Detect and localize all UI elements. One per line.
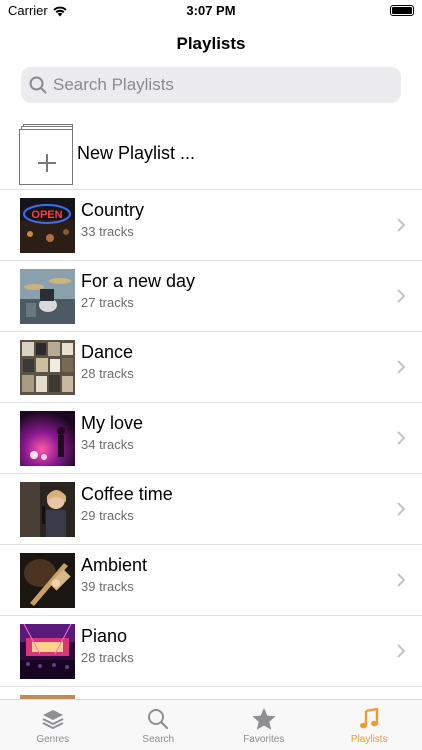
battery-icon bbox=[390, 5, 414, 16]
playlist-track-count: 27 tracks bbox=[81, 295, 134, 310]
playlist-artwork bbox=[20, 411, 75, 466]
playlist-row[interactable]: Coffee time 29 tracks bbox=[0, 474, 422, 545]
tab-bar: Genres Search Favorites Playlists bbox=[0, 699, 422, 750]
chevron-right-icon bbox=[397, 289, 405, 303]
search-input[interactable] bbox=[53, 75, 373, 95]
playlist-row[interactable]: Piano 28 tracks bbox=[0, 616, 422, 687]
page-title: Playlists bbox=[176, 34, 246, 53]
playlist-title: For a new day bbox=[81, 271, 196, 291]
chevron-right-icon bbox=[397, 431, 405, 445]
star-icon bbox=[252, 708, 276, 730]
playlist-list: OPEN Country 33 tracks For a new day 27 … bbox=[0, 190, 422, 750]
tab-label: Playlists bbox=[350, 734, 388, 745]
playlist-artwork bbox=[20, 624, 75, 679]
playlist-artwork bbox=[20, 340, 75, 395]
playlist-track-count: 29 tracks bbox=[81, 508, 134, 523]
status-bar: Carrier 3:07 PM bbox=[0, 0, 422, 22]
new-playlist-artwork bbox=[19, 124, 73, 185]
chevron-right-icon bbox=[397, 502, 405, 516]
playlist-title: Coffee time bbox=[81, 484, 173, 504]
playlist-title: Country bbox=[81, 200, 145, 220]
playlist-row[interactable]: My love 34 tracks bbox=[0, 403, 422, 474]
playlist-artwork: OPEN bbox=[20, 198, 75, 253]
tab-genres[interactable]: Genres bbox=[0, 700, 106, 750]
playlist-track-count: 33 tracks bbox=[81, 224, 134, 239]
svg-text:OPEN: OPEN bbox=[31, 209, 62, 221]
playlist-title: Piano bbox=[81, 626, 128, 646]
tab-label: Search bbox=[142, 734, 175, 745]
tab-search[interactable]: Search bbox=[106, 700, 212, 750]
chevron-right-icon bbox=[397, 644, 405, 658]
playlist-row[interactable]: OPEN Country 33 tracks bbox=[0, 190, 422, 261]
search-bar[interactable] bbox=[21, 67, 401, 103]
search-icon bbox=[148, 709, 169, 730]
playlist-track-count: 28 tracks bbox=[81, 366, 134, 381]
playlist-track-count: 28 tracks bbox=[81, 650, 134, 665]
chevron-right-icon bbox=[397, 360, 405, 374]
playlist-artwork bbox=[20, 269, 75, 324]
playlist-title: Ambient bbox=[81, 555, 148, 575]
search-icon bbox=[29, 76, 47, 94]
tab-label: Favorites bbox=[243, 734, 285, 745]
tab-playlists[interactable]: Playlists bbox=[317, 700, 422, 750]
playlist-title: My love bbox=[81, 413, 144, 433]
chevron-right-icon bbox=[397, 573, 405, 587]
music-note-icon bbox=[360, 707, 379, 729]
playlist-row[interactable]: Ambient 39 tracks bbox=[0, 545, 422, 616]
layers-icon bbox=[42, 710, 64, 729]
playlist-row[interactable]: Dance 28 tracks bbox=[0, 332, 422, 403]
playlist-track-count: 34 tracks bbox=[81, 437, 134, 452]
playlist-title: Dance bbox=[81, 342, 134, 362]
new-playlist-row[interactable]: New Playlist ... bbox=[0, 118, 422, 189]
playlist-track-count: 39 tracks bbox=[81, 579, 134, 594]
plus-icon bbox=[38, 154, 56, 172]
status-time: 3:07 PM bbox=[186, 3, 236, 18]
new-playlist-label: New Playlist ... bbox=[77, 143, 196, 163]
playlist-row[interactable]: For a new day 27 tracks bbox=[0, 261, 422, 332]
tab-favorites[interactable]: Favorites bbox=[211, 700, 317, 750]
playlist-artwork bbox=[20, 553, 75, 608]
playlist-artwork bbox=[20, 482, 75, 537]
tab-label: Genres bbox=[36, 734, 70, 745]
chevron-right-icon bbox=[397, 218, 405, 232]
